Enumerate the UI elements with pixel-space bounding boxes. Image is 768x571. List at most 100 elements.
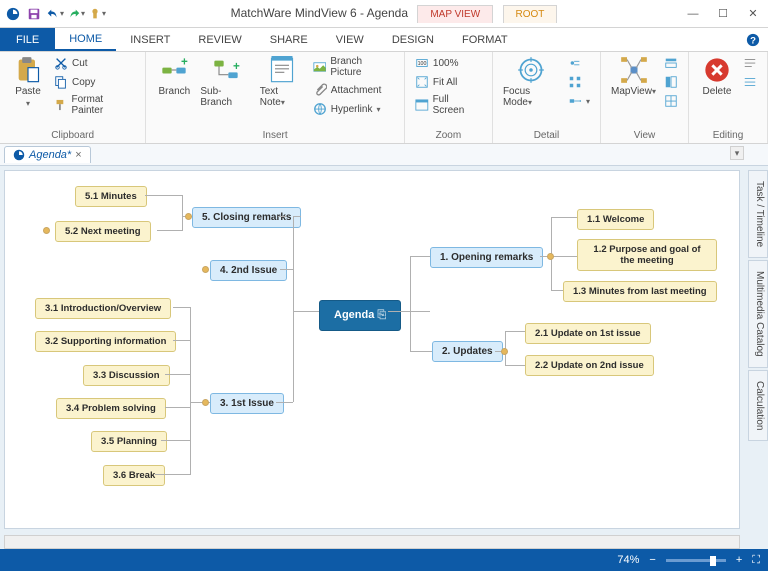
detail-btn-2[interactable] — [564, 73, 594, 91]
node-break[interactable]: 3.6 Break — [103, 465, 165, 486]
close-tab-icon[interactable]: × — [75, 149, 81, 161]
sidetab-task-timeline[interactable]: Task / Timeline — [748, 170, 768, 258]
expand-toggle[interactable] — [202, 399, 209, 406]
tab-share[interactable]: SHARE — [256, 28, 322, 51]
canvas-wrap: Agenda ⎘ 1. Opening remarks 1.1 Welcome … — [4, 170, 740, 529]
node-discussion[interactable]: 3.3 Discussion — [83, 365, 170, 386]
text-note-button[interactable]: Text Note▾ — [256, 54, 309, 110]
node-welcome[interactable]: 1.1 Welcome — [577, 209, 654, 230]
help-icon[interactable]: ? — [738, 28, 768, 51]
node-update-1[interactable]: 2.1 Update on 1st issue — [525, 323, 651, 344]
focus-mode-button[interactable]: Focus Mode▾ — [499, 54, 564, 110]
document-icon — [13, 149, 25, 161]
edit-btn-1[interactable] — [739, 54, 761, 72]
horizontal-scrollbar[interactable] — [4, 535, 740, 549]
format-painter-button[interactable]: Format Painter — [50, 92, 139, 118]
copy-button[interactable]: Copy — [50, 73, 139, 91]
svg-text:+: + — [181, 56, 188, 68]
expand-toggle[interactable] — [202, 266, 209, 273]
fit-all-button[interactable]: Fit All — [411, 73, 486, 91]
sidetab-multimedia[interactable]: Multimedia Catalog — [748, 260, 768, 368]
close-button[interactable]: ✕ — [738, 0, 768, 28]
attachment-button[interactable]: Attachment — [309, 81, 398, 99]
node-supporting[interactable]: 3.2 Supporting information — [35, 331, 176, 352]
group-insert: +Branch +Sub-Branch Text Note▾ Branch Pi… — [146, 52, 405, 143]
node-planning[interactable]: 3.5 Planning — [91, 431, 167, 452]
context-tab-root[interactable]: ROOT — [503, 5, 558, 23]
zoom-fit-button[interactable]: ⛶ — [752, 554, 760, 567]
expand-toggle[interactable] — [43, 227, 50, 234]
zoom-in-button[interactable]: + — [736, 554, 742, 566]
svg-text:+: + — [233, 60, 240, 73]
minimize-button[interactable]: — — [678, 0, 708, 28]
view-btn-1[interactable] — [660, 54, 682, 72]
node-2nd-issue[interactable]: 4. 2nd Issue — [210, 260, 287, 281]
node-opening-remarks[interactable]: 1. Opening remarks — [430, 247, 543, 268]
node-next-meeting[interactable]: 5.2 Next meeting — [55, 221, 151, 242]
ribbon: Paste▾ Cut Copy Format Painter Clipboard… — [0, 52, 768, 144]
maximize-button[interactable]: ☐ — [708, 0, 738, 28]
group-zoom: 100100% Fit All Full Screen Zoom — [405, 52, 493, 143]
mapview-button[interactable]: MapView▾ — [607, 54, 660, 99]
group-label: Insert — [152, 129, 398, 143]
branch-button[interactable]: +Branch — [152, 54, 196, 99]
svg-text:?: ? — [750, 35, 756, 46]
document-area: Agenda* × ▾ Agenda ⎘ 1. Opening remarks … — [0, 144, 768, 549]
node-purpose[interactable]: 1.2 Purpose and goal of the meeting — [577, 239, 717, 271]
node-problem[interactable]: 3.4 Problem solving — [56, 398, 166, 419]
node-closing[interactable]: 5. Closing remarks — [192, 207, 301, 228]
zoom-slider[interactable] — [666, 559, 726, 562]
tab-format[interactable]: FORMAT — [448, 28, 522, 51]
zoom-out-button[interactable]: − — [649, 554, 655, 566]
node-1st-issue[interactable]: 3. 1st Issue — [210, 393, 284, 414]
side-tabs: Task / Timeline Multimedia Catalog Calcu… — [748, 170, 768, 441]
node-minutes-last[interactable]: 1.3 Minutes from last meeting — [563, 281, 717, 302]
sidetab-calculation[interactable]: Calculation — [748, 370, 768, 441]
tab-review[interactable]: REVIEW — [184, 28, 255, 51]
status-bar: 74% − + ⛶ — [0, 549, 768, 571]
full-screen-button[interactable]: Full Screen — [411, 92, 486, 118]
hyperlink-button[interactable]: Hyperlink▾ — [309, 100, 398, 118]
context-tab-mapview[interactable]: MAP VIEW — [417, 5, 493, 23]
title-bar: ▾ ▾ ▾ MatchWare MindView 6 - Agenda MAP … — [0, 0, 768, 28]
view-btn-2[interactable] — [660, 73, 682, 91]
tab-insert[interactable]: INSERT — [116, 28, 184, 51]
cut-button[interactable]: Cut — [50, 54, 139, 72]
paste-button[interactable]: Paste▾ — [6, 54, 50, 110]
ribbon-tabstrip: FILE HOME INSERT REVIEW SHARE VIEW DESIG… — [0, 28, 768, 52]
sub-branch-button[interactable]: +Sub-Branch — [196, 54, 255, 110]
detail-btn-3[interactable]: ▾ — [564, 92, 594, 110]
touch-mode-icon[interactable]: ▾ — [88, 5, 106, 23]
file-tab[interactable]: FILE — [0, 28, 55, 51]
tab-design[interactable]: DESIGN — [378, 28, 448, 51]
branch-picture-button[interactable]: Branch Picture — [309, 54, 398, 80]
group-label: View — [607, 129, 682, 143]
undo-icon[interactable]: ▾ — [46, 5, 64, 23]
save-icon[interactable] — [25, 5, 43, 23]
document-tab[interactable]: Agenda* × — [4, 146, 91, 163]
zoom-100-button[interactable]: 100100% — [411, 54, 486, 72]
tab-scroll-button[interactable]: ▾ — [730, 146, 744, 160]
redo-icon[interactable]: ▾ — [67, 5, 85, 23]
group-editing: Delete Editing — [689, 52, 768, 143]
zoom-level: 74% — [617, 554, 639, 566]
node-updates[interactable]: 2. Updates — [432, 341, 503, 362]
detail-btn-1[interactable] — [564, 54, 594, 72]
node-update-2[interactable]: 2.2 Update on 2nd issue — [525, 355, 654, 376]
tab-home[interactable]: HOME — [55, 28, 116, 51]
group-label: Detail — [499, 129, 594, 143]
node-intro[interactable]: 3.1 Introduction/Overview — [35, 298, 171, 319]
expand-toggle[interactable] — [547, 253, 554, 260]
app-icon[interactable] — [4, 5, 22, 23]
tab-view[interactable]: VIEW — [322, 28, 378, 51]
expand-toggle[interactable] — [185, 213, 192, 220]
delete-button[interactable]: Delete — [695, 54, 739, 99]
edit-btn-2[interactable] — [739, 73, 761, 91]
node-root[interactable]: Agenda ⎘ — [319, 300, 401, 331]
view-btn-3[interactable] — [660, 92, 682, 110]
expand-toggle[interactable] — [501, 348, 508, 355]
group-label: Clipboard — [6, 129, 139, 143]
node-minutes[interactable]: 5.1 Minutes — [75, 186, 147, 207]
group-label: Zoom — [411, 129, 486, 143]
mindmap-canvas[interactable]: Agenda ⎘ 1. Opening remarks 1.1 Welcome … — [5, 171, 739, 528]
